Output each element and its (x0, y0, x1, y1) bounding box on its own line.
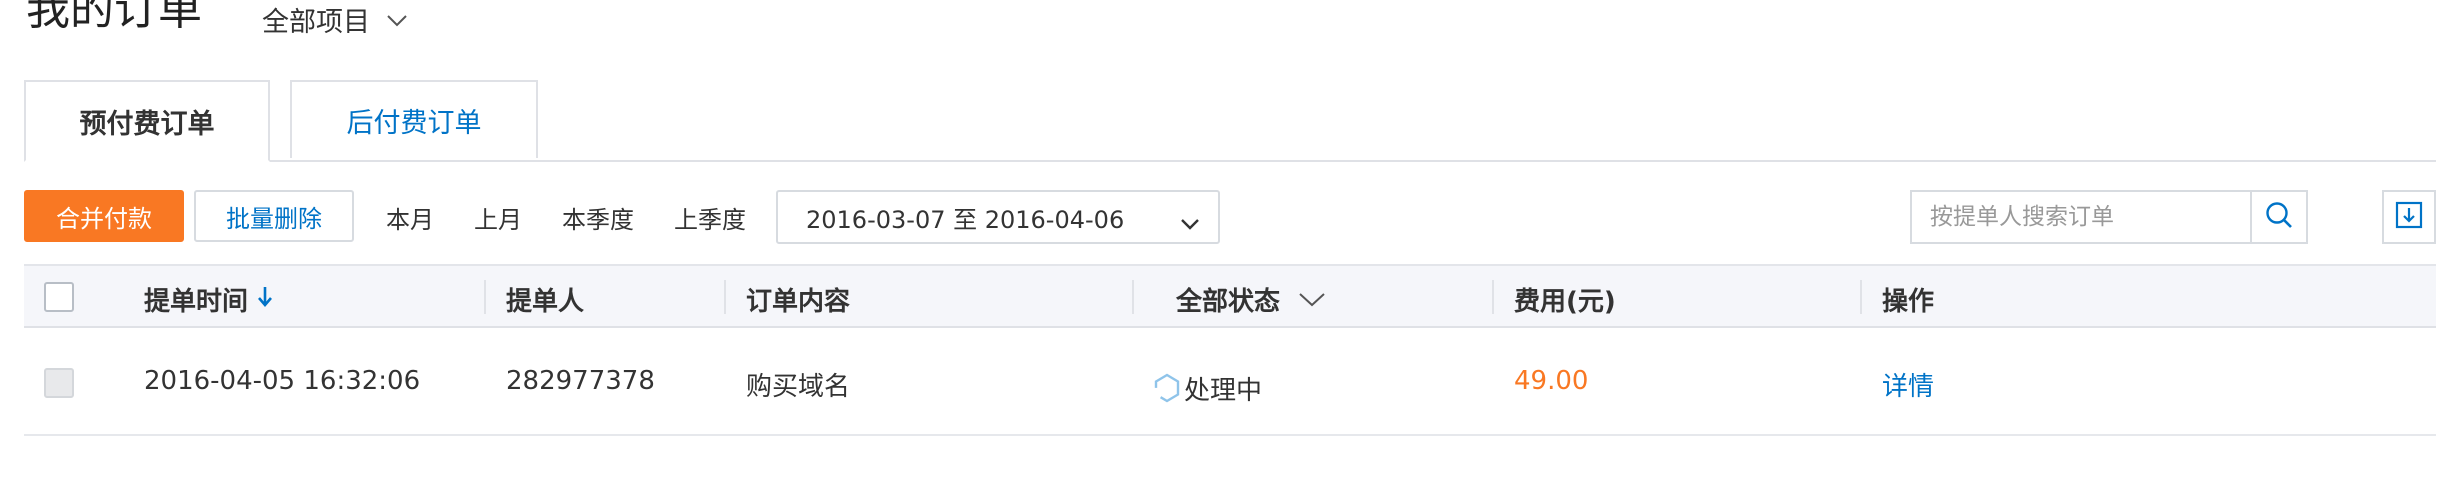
date-range-value: 2016-03-07 至 2016-04-06 (806, 205, 1125, 234)
column-time-label: 提单时间 (144, 287, 249, 317)
range-last-quarter[interactable]: 上季度 (674, 200, 746, 235)
column-action: 操作 (1882, 287, 1935, 317)
row-time: 2016-04-05 16:32:06 (144, 366, 421, 396)
column-fee: 费用(元) (1514, 287, 1616, 317)
range-last-month[interactable]: 上月 (474, 200, 522, 235)
row-fee: 49.00 (1514, 366, 1589, 396)
search-icon (2264, 200, 2294, 234)
download-button[interactable] (2382, 190, 2436, 244)
column-status-label: 全部状态 (1176, 287, 1281, 317)
page-title: 我的订单 (26, 0, 202, 35)
submitter-search (1910, 190, 2308, 244)
row-detail-link[interactable]: 详情 (1882, 366, 1934, 403)
arrow-down-icon (256, 284, 274, 315)
table-row: 2016-04-05 16:32:06 282977378 购买域名 处理中 4… (24, 328, 2436, 436)
project-filter-label: 全部项目 (262, 7, 370, 38)
chevron-down-icon (386, 4, 408, 35)
column-time-sortable[interactable]: 提单时间 (144, 281, 274, 318)
batch-delete-button[interactable]: 批量删除 (194, 190, 354, 242)
hexagon-spinner-icon (1152, 372, 1182, 411)
chevron-down-icon (1180, 210, 1200, 238)
tab-prepaid-orders[interactable]: 预付费订单 (24, 80, 270, 162)
column-divider (1132, 280, 1134, 314)
column-content: 订单内容 (746, 287, 851, 317)
column-divider (484, 280, 486, 314)
column-divider (724, 280, 726, 314)
column-divider (1860, 280, 1862, 314)
chevron-down-icon (1298, 285, 1326, 315)
order-type-tabs: 预付费订单 后付费订单 (24, 80, 2436, 162)
range-this-quarter[interactable]: 本季度 (562, 200, 634, 235)
tab-postpaid-orders[interactable]: 后付费订单 (290, 80, 538, 158)
status-filter-dropdown[interactable]: 全部状态 (1176, 281, 1326, 318)
row-status-label: 处理中 (1184, 376, 1263, 406)
row-checkbox (44, 368, 74, 398)
merge-pay-button[interactable]: 合并付款 (24, 190, 184, 242)
project-filter-dropdown[interactable]: 全部项目 (262, 0, 408, 39)
range-this-month[interactable]: 本月 (386, 200, 434, 235)
search-button[interactable] (2250, 192, 2306, 242)
search-input[interactable] (1912, 192, 2272, 242)
date-range-picker[interactable]: 2016-03-07 至 2016-04-06 (776, 190, 1220, 244)
table-header: 提单时间 提单人 订单内容 全部状态 费用(元) 操作 (24, 264, 2436, 328)
row-content: 购买域名 (746, 372, 851, 402)
row-submitter: 282977378 (506, 366, 655, 396)
download-icon (2394, 200, 2424, 234)
column-submitter: 提单人 (506, 287, 585, 317)
row-status: 处理中 (1152, 366, 1262, 411)
select-all-checkbox[interactable] (44, 282, 74, 312)
column-divider (1492, 280, 1494, 314)
